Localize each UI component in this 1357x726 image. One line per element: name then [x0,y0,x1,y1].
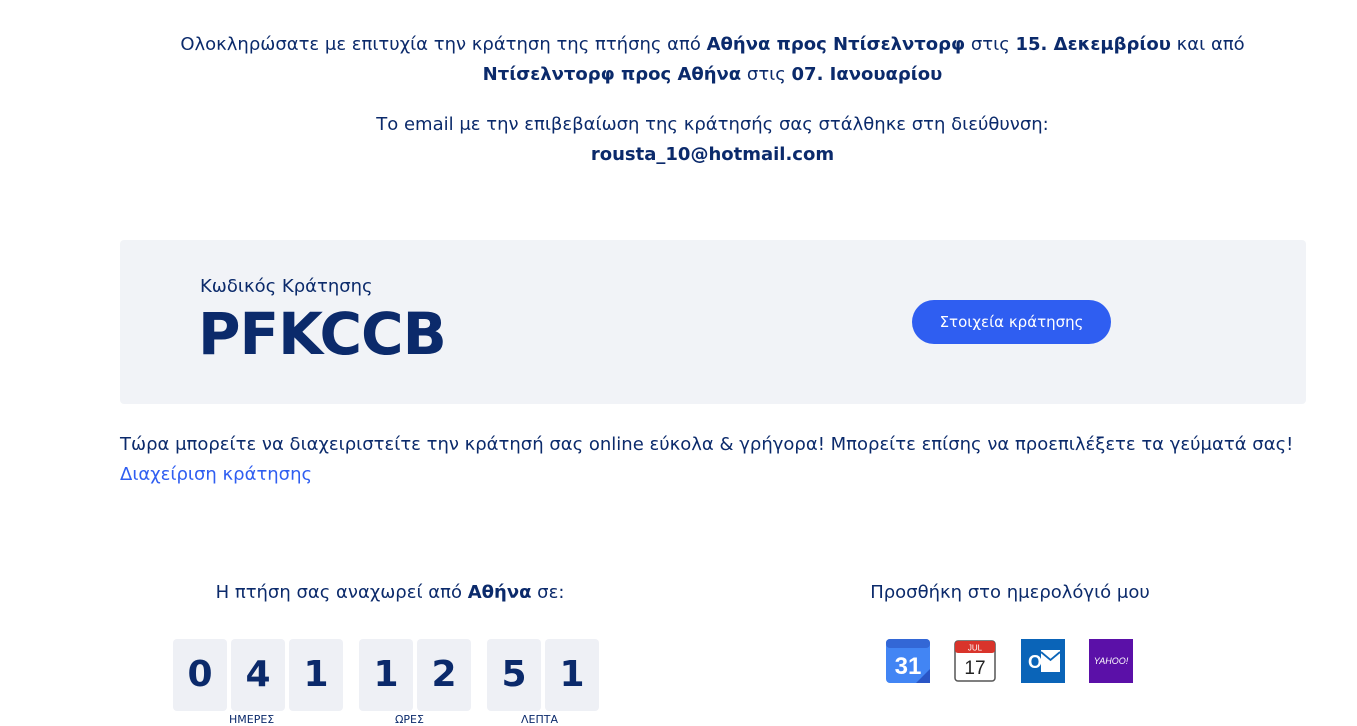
departure-heading: Η πτήση σας αναχωρεί από Αθήνα σε: [120,578,660,608]
google-calendar-day: 31 [895,653,922,680]
apple-calendar-day: 17 [964,658,985,679]
confirmation-on: στις [965,34,1016,55]
email-address: rousta_10@hotmail.com [590,144,835,165]
countdown-days-digit-3: 1 [289,639,343,711]
return-date: 07. Ιανουαρίου [791,64,943,85]
departure-prefix: Η πτήση σας αναχωρεί από [215,582,468,603]
manage-booking-link[interactable]: Διαχείριση κράτησης [120,464,312,485]
email-notice: Το email με την επιβεβαίωση της κράτησής… [140,110,1285,170]
countdown-minutes-label: ΛΕΠΤΑ [521,713,558,726]
return-route: Ντίσελντορφ προς Αθήνα [482,64,742,85]
outlook-letter: O [1028,652,1042,672]
countdown-days-label: ΗΜΕΡΕΣ [229,713,275,726]
email-notice-text: Το email με την επιβεβαίωση της κράτησής… [376,114,1049,135]
countdown-minutes-digit-2: 1 [545,639,599,711]
confirmation-message: Ολοκληρώσατε με επιτυχία την κράτηση της… [140,30,1285,90]
booking-code-label: Κωδικός Κράτησης [200,276,373,297]
departure-city: Αθήνα [467,582,532,603]
manage-booking-text: Τώρα μπορείτε να διαχειριστείτε την κράτ… [120,434,1294,455]
confirmation-prefix: Ολοκληρώσατε με επιτυχία την κράτηση της… [180,34,707,55]
countdown-hours-digit-2: 2 [417,639,471,711]
countdown-minutes-digit-1: 5 [487,639,541,711]
apple-calendar-icon[interactable]: JUL 17 [953,639,997,683]
outbound-route: Αθήνα προς Ντίσελντορφ [706,34,966,55]
booking-code: PFKCCB [198,300,447,368]
countdown-hours-digit-1: 1 [359,639,413,711]
google-calendar-icon[interactable]: 31 [886,639,930,683]
countdown-hours-label: ΩΡΕΣ [395,713,424,726]
booking-code-panel: Κωδικός Κράτησης PFKCCB Στοιχεία κράτηση… [120,240,1306,404]
confirmation-on-return: στις [741,64,792,85]
countdown-days-digit-1: 0 [173,639,227,711]
yahoo-text: YAHOO! [1094,656,1129,666]
apple-calendar-month: JUL [968,644,983,653]
countdown-days-digit-2: 4 [231,639,285,711]
departure-suffix: σε: [531,582,565,603]
outlook-icon[interactable]: O [1021,639,1065,683]
manage-booking-section: Τώρα μπορείτε να διαχειριστείτε την κράτ… [120,430,1320,490]
outbound-date: 15. Δεκεμβρίου [1015,34,1171,55]
add-to-calendar-title: Προσθήκη στο ημερολόγιό μου [870,582,1150,603]
booking-details-button[interactable]: Στοιχεία κράτησης [912,300,1111,344]
confirmation-and-from: και από [1170,34,1245,55]
yahoo-icon[interactable]: YAHOO! [1089,639,1133,683]
